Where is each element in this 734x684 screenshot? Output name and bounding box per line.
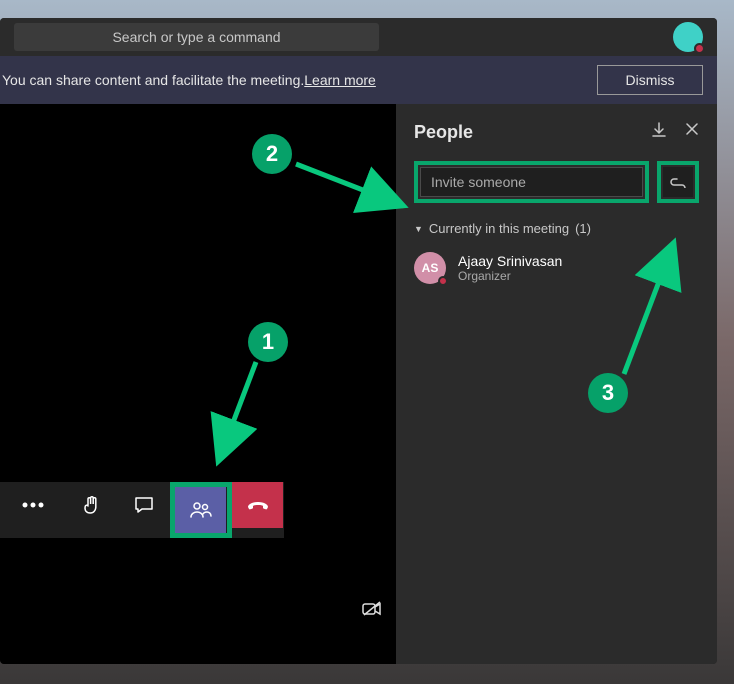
hand-icon (83, 495, 101, 515)
meeting-toolbar (0, 482, 284, 538)
info-banner: You can share content and facilitate the… (0, 56, 717, 104)
people-button[interactable] (175, 487, 227, 533)
camera-status-icon (362, 601, 382, 622)
hangup-icon (246, 499, 270, 511)
panel-header: People (414, 122, 699, 143)
search-input[interactable] (14, 23, 379, 51)
callout-1: 1 (248, 322, 288, 362)
banner-text: You can share content and facilitate the… (2, 72, 304, 88)
learn-more-link[interactable]: Learn more (304, 72, 376, 88)
presence-busy-icon (694, 43, 705, 54)
user-avatar[interactable] (673, 22, 703, 52)
invite-input[interactable] (420, 167, 643, 197)
dismiss-button[interactable]: Dismiss (597, 65, 703, 95)
chat-icon (134, 496, 154, 514)
close-panel-button[interactable] (685, 122, 699, 143)
caret-down-icon: ▼ (414, 224, 423, 234)
close-icon (685, 122, 699, 136)
participant-row[interactable]: AS Ajaay Srinivasan Organizer (414, 248, 699, 288)
download-attendance-button[interactable] (651, 122, 667, 143)
participant-avatar: AS (414, 252, 446, 284)
participant-name: Ajaay Srinivasan (458, 253, 562, 269)
teams-window: You can share content and facilitate the… (0, 18, 717, 664)
callout-2: 2 (252, 134, 292, 174)
link-icon (669, 176, 687, 188)
participant-role: Organizer (458, 269, 562, 283)
more-actions-button[interactable] (0, 482, 66, 528)
video-stage (0, 104, 396, 664)
presence-busy-icon (438, 276, 448, 286)
ellipsis-icon (22, 502, 44, 508)
copy-link-highlight (657, 161, 699, 203)
leave-button[interactable] (232, 482, 284, 528)
section-count: (1) (575, 221, 591, 236)
raise-hand-button[interactable] (66, 482, 118, 528)
participant-initials: AS (422, 261, 439, 275)
section-label: Currently in this meeting (429, 221, 569, 236)
people-button-highlight (170, 482, 232, 538)
people-panel: People (396, 104, 717, 664)
people-icon (190, 501, 212, 519)
section-toggle[interactable]: ▼ Currently in this meeting (1) (414, 221, 699, 236)
panel-title: People (414, 122, 473, 143)
copy-link-button[interactable] (663, 167, 693, 197)
callout-3: 3 (588, 373, 628, 413)
invite-input-highlight (414, 161, 649, 203)
chat-button[interactable] (118, 482, 170, 528)
download-icon (651, 122, 667, 138)
invite-row (414, 161, 699, 203)
topbar (0, 18, 717, 56)
